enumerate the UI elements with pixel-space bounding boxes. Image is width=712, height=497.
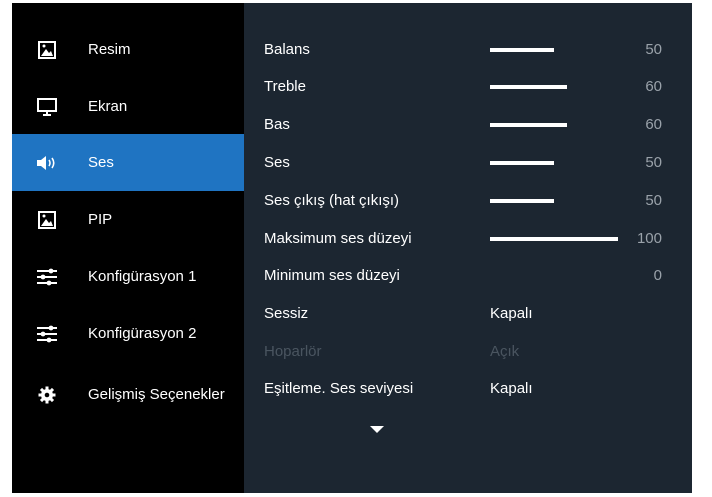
setting-option-value[interactable]: Kapalı bbox=[490, 380, 533, 397]
setting-label: Maksimum ses düzeyi bbox=[264, 230, 412, 247]
setting-value: 50 bbox=[645, 192, 662, 209]
setting-value: 50 bbox=[645, 154, 662, 171]
monitor-icon bbox=[36, 97, 58, 117]
sidebar-item-label: Konfigürasyon 1 bbox=[88, 268, 197, 285]
setting-minimum-ses[interactable]: Minimum ses düzeyi 0 bbox=[264, 261, 684, 291]
setting-value: 0 bbox=[653, 267, 662, 284]
sidebar-item-label: Resim bbox=[88, 41, 131, 58]
level-bar[interactable] bbox=[490, 48, 554, 52]
sidebar: Resim Ekran Ses PIP Konfigürasyon 1 Konf… bbox=[12, 3, 244, 493]
setting-balans[interactable]: Balans 50 bbox=[264, 35, 684, 65]
osd-menu: Resim Ekran Ses PIP Konfigürasyon 1 Konf… bbox=[12, 3, 692, 493]
setting-label: Hoparlör bbox=[264, 343, 322, 360]
sidebar-item-label: PIP bbox=[88, 211, 113, 228]
setting-treble[interactable]: Treble 60 bbox=[264, 72, 684, 102]
level-bar[interactable] bbox=[490, 123, 567, 127]
sidebar-item-ses[interactable]: Ses bbox=[12, 134, 244, 191]
setting-value: 100 bbox=[636, 230, 662, 247]
setting-label: Treble bbox=[264, 78, 306, 95]
speaker-icon bbox=[36, 153, 58, 173]
sidebar-item-label: Ses bbox=[88, 154, 114, 171]
sidebar-item-label: Gelişmiş Seçenekler bbox=[88, 386, 225, 403]
sidebar-item-konfigurasyon-1[interactable]: Konfigürasyon 1 bbox=[12, 248, 244, 305]
sidebar-item-label: Ekran bbox=[88, 98, 128, 115]
setting-label: Ses bbox=[264, 154, 290, 171]
setting-label: Balans bbox=[264, 41, 310, 58]
sliders-icon bbox=[36, 267, 58, 287]
sliders-icon bbox=[36, 324, 58, 344]
setting-maksimum-ses[interactable]: Maksimum ses düzeyi 100 bbox=[264, 224, 684, 254]
setting-sessiz[interactable]: Sessiz Kapalı bbox=[264, 299, 684, 329]
setting-label: Sessiz bbox=[264, 305, 309, 322]
picture-icon bbox=[36, 40, 58, 60]
setting-label: Bas bbox=[264, 116, 290, 133]
setting-bas[interactable]: Bas 60 bbox=[264, 110, 684, 140]
setting-option-value[interactable]: Kapalı bbox=[490, 305, 533, 322]
chevron-down-icon[interactable] bbox=[370, 426, 384, 433]
level-bar[interactable] bbox=[490, 199, 554, 203]
setting-hoparlor: Hoparlör Açık bbox=[264, 337, 684, 367]
level-bar[interactable] bbox=[490, 237, 618, 241]
sidebar-item-resim[interactable]: Resim bbox=[12, 21, 244, 78]
setting-value: 50 bbox=[645, 41, 662, 58]
setting-ses-cikis[interactable]: Ses çıkış (hat çıkışı) 50 bbox=[264, 186, 684, 216]
sidebar-item-gelismis-secenekler[interactable]: Gelişmiş Seçenekler bbox=[12, 366, 244, 423]
setting-value: 60 bbox=[645, 78, 662, 95]
sidebar-item-pip[interactable]: PIP bbox=[12, 191, 244, 248]
setting-ses[interactable]: Ses 50 bbox=[264, 148, 684, 178]
sidebar-item-ekran[interactable]: Ekran bbox=[12, 78, 244, 135]
sidebar-item-konfigurasyon-2[interactable]: Konfigürasyon 2 bbox=[12, 305, 244, 362]
picture-icon bbox=[36, 210, 58, 230]
setting-esitleme-ses-seviyesi[interactable]: Eşitleme. Ses seviyesi Kapalı bbox=[264, 374, 684, 404]
sidebar-item-label: Konfigürasyon 2 bbox=[88, 325, 197, 342]
setting-label: Minimum ses düzeyi bbox=[264, 267, 400, 284]
level-bar[interactable] bbox=[490, 85, 567, 89]
setting-label: Eşitleme. Ses seviyesi bbox=[264, 380, 414, 397]
setting-value: 60 bbox=[645, 116, 662, 133]
setting-option-value: Açık bbox=[490, 343, 520, 360]
setting-label: Ses çıkış (hat çıkışı) bbox=[264, 192, 400, 209]
gear-icon bbox=[36, 385, 58, 405]
level-bar[interactable] bbox=[490, 161, 554, 165]
